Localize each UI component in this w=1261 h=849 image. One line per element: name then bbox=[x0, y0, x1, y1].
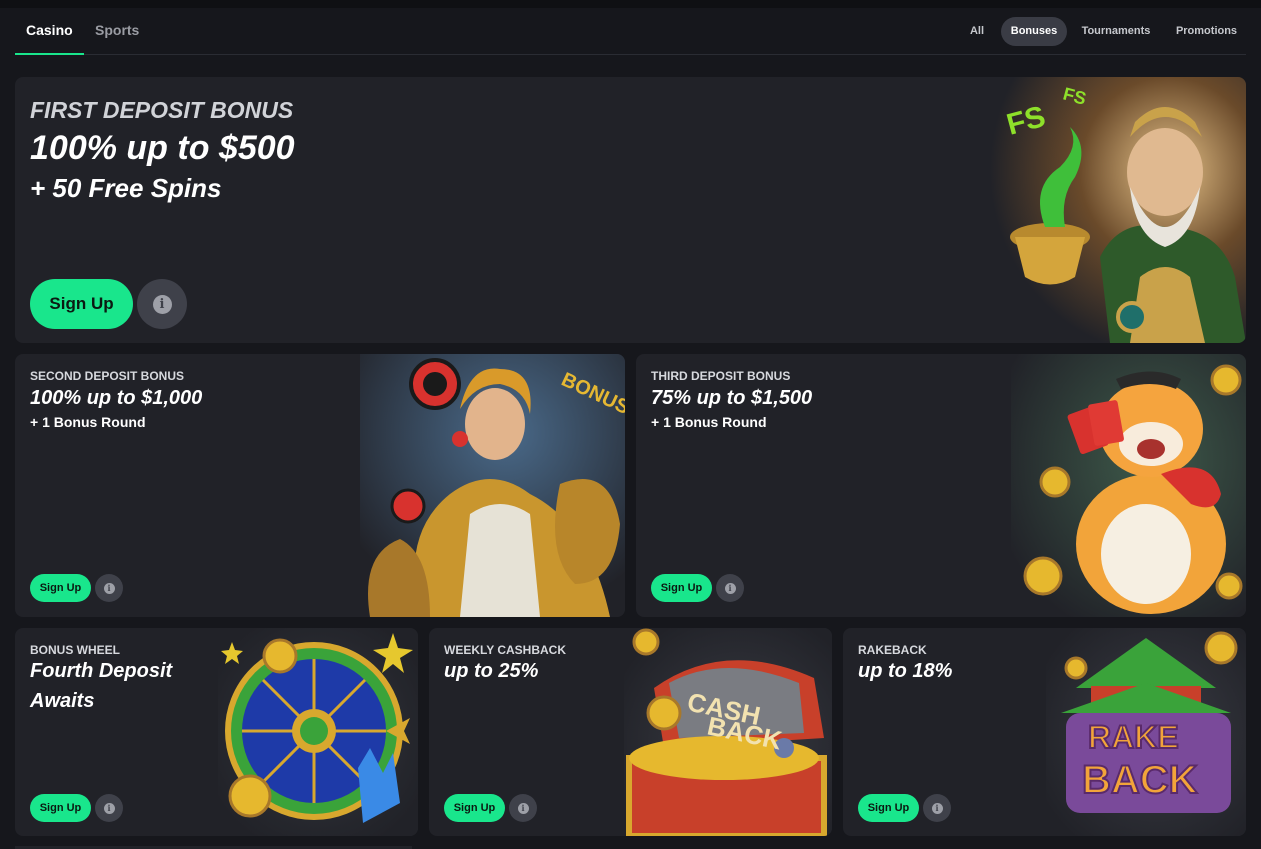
info-icon: i bbox=[152, 294, 172, 314]
second-deposit-bonus-card: SECOND DEPOSIT BONUS 100% up to $1,000 +… bbox=[15, 354, 625, 617]
card-subtitle: + 1 Bonus Round bbox=[30, 414, 146, 430]
golden-knight-illustration: BONUS bbox=[360, 354, 625, 617]
info-icon: i bbox=[931, 802, 943, 814]
info-button[interactable]: i bbox=[95, 794, 123, 822]
weekly-cashback-card: WEEKLY CASHBACK up to 25% Sign Up i CASH… bbox=[429, 628, 832, 836]
info-button[interactable]: i bbox=[923, 794, 951, 822]
info-icon: i bbox=[103, 582, 115, 594]
info-button[interactable]: i bbox=[716, 574, 744, 602]
tab-sports[interactable]: Sports bbox=[95, 22, 139, 38]
prize-wheel-illustration bbox=[218, 628, 418, 836]
info-button[interactable]: i bbox=[509, 794, 537, 822]
card-label: FIRST DEPOSIT BONUS bbox=[30, 97, 294, 123]
card-label: RAKEBACK bbox=[858, 643, 927, 657]
card-label: THIRD DEPOSIT BONUS bbox=[651, 369, 791, 383]
signup-button[interactable]: Sign Up bbox=[444, 794, 505, 822]
card-title: 100% up to $1,000 bbox=[30, 387, 203, 409]
info-icon: i bbox=[724, 582, 736, 594]
filter-all[interactable]: All bbox=[956, 17, 998, 46]
filter-group: All Bonuses Tournaments Promotions bbox=[956, 17, 1246, 46]
treasure-chest-illustration: CASH BACK bbox=[624, 628, 832, 836]
card-label: WEEKLY CASHBACK bbox=[444, 643, 567, 657]
info-icon: i bbox=[103, 802, 115, 814]
info-icon: i bbox=[517, 802, 529, 814]
signup-button[interactable]: Sign Up bbox=[30, 279, 133, 329]
monk-character-illustration: FS FS bbox=[990, 77, 1246, 343]
active-tab-indicator bbox=[15, 53, 84, 55]
card-label: BONUS WHEEL bbox=[30, 643, 120, 657]
category-nav: Casino Sports All Bonuses Tournaments Pr… bbox=[15, 8, 1246, 55]
back-art-text: BACK bbox=[1082, 758, 1198, 802]
card-subtitle: + 50 Free Spins bbox=[30, 173, 222, 203]
signup-button[interactable]: Sign Up bbox=[651, 574, 712, 602]
info-button[interactable]: i bbox=[137, 279, 187, 329]
signup-button[interactable]: Sign Up bbox=[30, 794, 91, 822]
bonus-wheel-card: BONUS WHEEL Fourth Deposit Awaits Sign U… bbox=[15, 628, 418, 836]
third-deposit-bonus-card: THIRD DEPOSIT BONUS 75% up to $1,500 + 1… bbox=[636, 354, 1246, 617]
card-title: up to 25% bbox=[444, 660, 539, 682]
card-title: 100% up to $500 bbox=[30, 129, 295, 167]
card-title: 75% up to $1,500 bbox=[651, 387, 813, 409]
rakeback-pagoda-illustration: RAKE BACK bbox=[1046, 628, 1246, 836]
card-title: Fourth Deposit bbox=[30, 660, 173, 682]
card-title-line2: Awaits bbox=[30, 690, 95, 712]
rakeback-card: RAKEBACK up to 18% Sign Up i RAKE BACK bbox=[843, 628, 1246, 836]
card-subtitle: + 1 Bonus Round bbox=[651, 414, 767, 430]
tiger-character-illustration bbox=[1011, 354, 1246, 617]
card-label: SECOND DEPOSIT BONUS bbox=[30, 369, 185, 383]
filter-tournaments[interactable]: Tournaments bbox=[1073, 17, 1159, 46]
filter-promotions[interactable]: Promotions bbox=[1167, 17, 1246, 46]
signup-button[interactable]: Sign Up bbox=[30, 574, 91, 602]
tab-casino[interactable]: Casino bbox=[26, 22, 73, 38]
first-deposit-bonus-card: FIRST DEPOSIT BONUS 100% up to $500 + 50… bbox=[15, 77, 1246, 343]
card-title: up to 18% bbox=[858, 660, 953, 682]
info-button[interactable]: i bbox=[95, 574, 123, 602]
top-strip bbox=[0, 0, 1261, 8]
signup-button[interactable]: Sign Up bbox=[858, 794, 919, 822]
filter-bonuses[interactable]: Bonuses bbox=[1001, 17, 1067, 46]
rake-art-text: RAKE bbox=[1088, 719, 1179, 755]
